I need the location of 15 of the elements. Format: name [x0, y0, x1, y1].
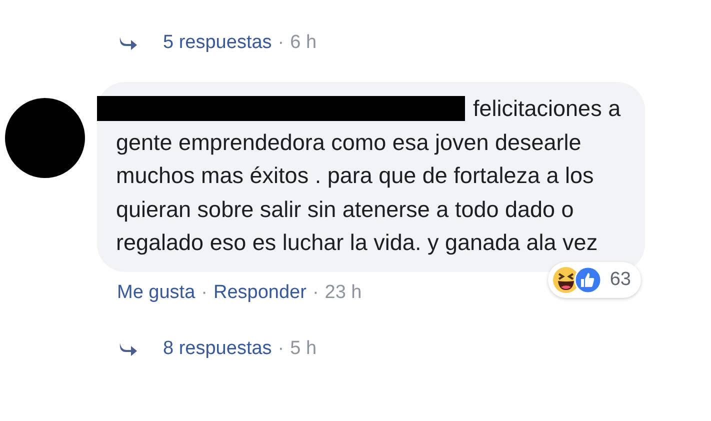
separator-dot: · [201, 282, 208, 304]
reply-link[interactable]: Responder [213, 282, 306, 304]
comment-text: felicitaciones a gente emprendedora como esa joven desearle muchos mas éxitos . para que de fortaleza a los quieran sobre salir sin atenerse a todo dado o regalado eso es luchar la vida. y ganada ala vez [97, 92, 636, 260]
separator-dot: · [278, 338, 284, 360]
separator-dot: · [312, 282, 319, 304]
like-link[interactable]: Me gusta [117, 282, 196, 304]
separator-dot: · [278, 32, 284, 54]
replies-link[interactable]: 8 respuestas [163, 338, 272, 360]
timestamp: 5 h [290, 338, 317, 360]
reaction-count: 63 [610, 268, 631, 290]
timestamp: 6 h [290, 32, 317, 54]
thumbs-up-icon [574, 266, 602, 294]
timestamp: 23 h [324, 282, 362, 304]
replies-link[interactable]: 5 respuestas [163, 32, 272, 54]
reactions-badge[interactable]: 63 [548, 262, 641, 298]
